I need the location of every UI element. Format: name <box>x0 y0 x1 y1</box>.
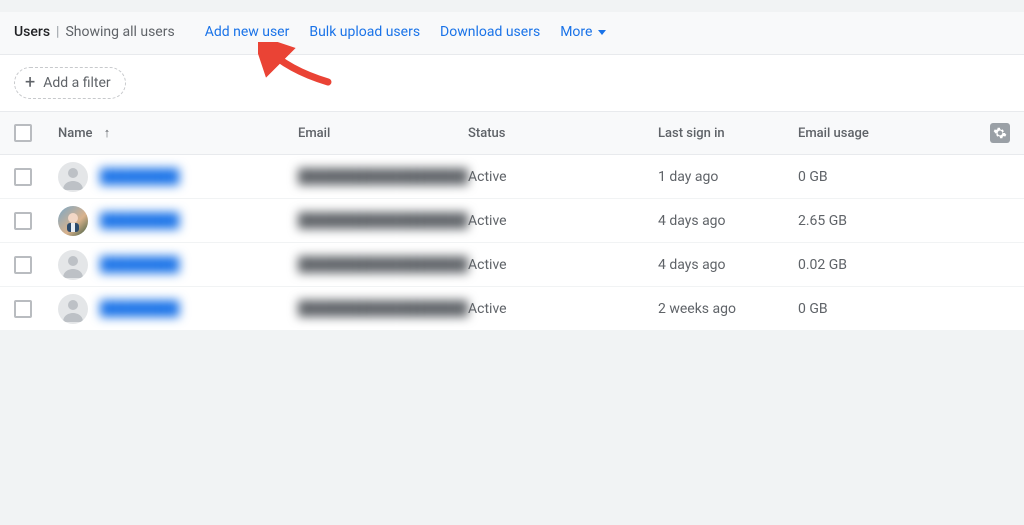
user-status: Active <box>468 301 658 317</box>
user-email: ██████████████████ <box>298 168 468 185</box>
sort-ascending-icon: ↑ <box>104 125 111 141</box>
add-new-user-link[interactable]: Add new user <box>205 24 290 40</box>
table-row[interactable]: ████████ ██████████████████ Active 1 day… <box>0 155 1024 199</box>
title-separator: | <box>56 24 59 40</box>
user-name-link[interactable]: ████████ <box>100 300 179 317</box>
user-email: ██████████████████ <box>298 212 468 229</box>
add-filter-chip[interactable]: + Add a filter <box>14 67 126 99</box>
user-last-sign-in: 4 days ago <box>658 213 798 229</box>
user-name-link[interactable]: ████████ <box>100 212 179 229</box>
user-email-usage: 0 GB <box>798 301 966 317</box>
user-email: ██████████████████ <box>298 256 468 273</box>
avatar <box>58 206 88 236</box>
avatar <box>58 294 88 324</box>
filter-row: + Add a filter <box>0 55 1024 111</box>
more-menu[interactable]: More <box>560 24 606 40</box>
avatar <box>58 162 88 192</box>
select-all-checkbox[interactable] <box>14 124 32 142</box>
user-email-usage: 0 GB <box>798 169 966 185</box>
plus-icon: + <box>25 74 35 92</box>
user-status: Active <box>468 213 658 229</box>
user-email-usage: 2.65 GB <box>798 213 966 229</box>
column-email[interactable]: Email <box>298 126 468 141</box>
table-row[interactable]: ████████ ██████████████████ Active 4 day… <box>0 243 1024 287</box>
gear-icon[interactable] <box>990 123 1010 143</box>
user-name-link[interactable]: ████████ <box>100 168 179 185</box>
column-status[interactable]: Status <box>468 126 658 141</box>
row-checkbox[interactable] <box>14 256 32 274</box>
column-name[interactable]: Name ↑ <box>58 125 298 141</box>
table-row[interactable]: ████████ ██████████████████ Active 2 wee… <box>0 287 1024 331</box>
user-email: ██████████████████ <box>298 300 468 317</box>
user-name-link[interactable]: ████████ <box>100 256 179 273</box>
column-email-usage[interactable]: Email usage <box>798 126 966 141</box>
user-last-sign-in: 4 days ago <box>658 257 798 273</box>
users-subheader: Users | Showing all users Add new user B… <box>0 12 1024 55</box>
table-row[interactable]: ████████ ██████████████████ Active 4 day… <box>0 199 1024 243</box>
column-last-sign-in[interactable]: Last sign in <box>658 126 798 141</box>
user-status: Active <box>468 169 658 185</box>
row-checkbox[interactable] <box>14 300 32 318</box>
table-header: Name ↑ Email Status Last sign in Email u… <box>0 111 1024 155</box>
download-users-link[interactable]: Download users <box>440 24 540 40</box>
bulk-upload-users-link[interactable]: Bulk upload users <box>309 24 420 40</box>
row-checkbox[interactable] <box>14 168 32 186</box>
add-filter-label: Add a filter <box>43 75 110 91</box>
page-title: Users <box>14 24 50 40</box>
user-email-usage: 0.02 GB <box>798 257 966 273</box>
topbar-spacer <box>0 0 1024 12</box>
more-label: More <box>560 24 592 40</box>
title-group: Users | Showing all users <box>14 24 175 40</box>
page-subtitle: Showing all users <box>65 24 174 40</box>
row-checkbox[interactable] <box>14 212 32 230</box>
chevron-down-icon <box>598 30 606 35</box>
user-last-sign-in: 2 weeks ago <box>658 301 798 317</box>
avatar <box>58 250 88 280</box>
user-last-sign-in: 1 day ago <box>658 169 798 185</box>
user-status: Active <box>468 257 658 273</box>
